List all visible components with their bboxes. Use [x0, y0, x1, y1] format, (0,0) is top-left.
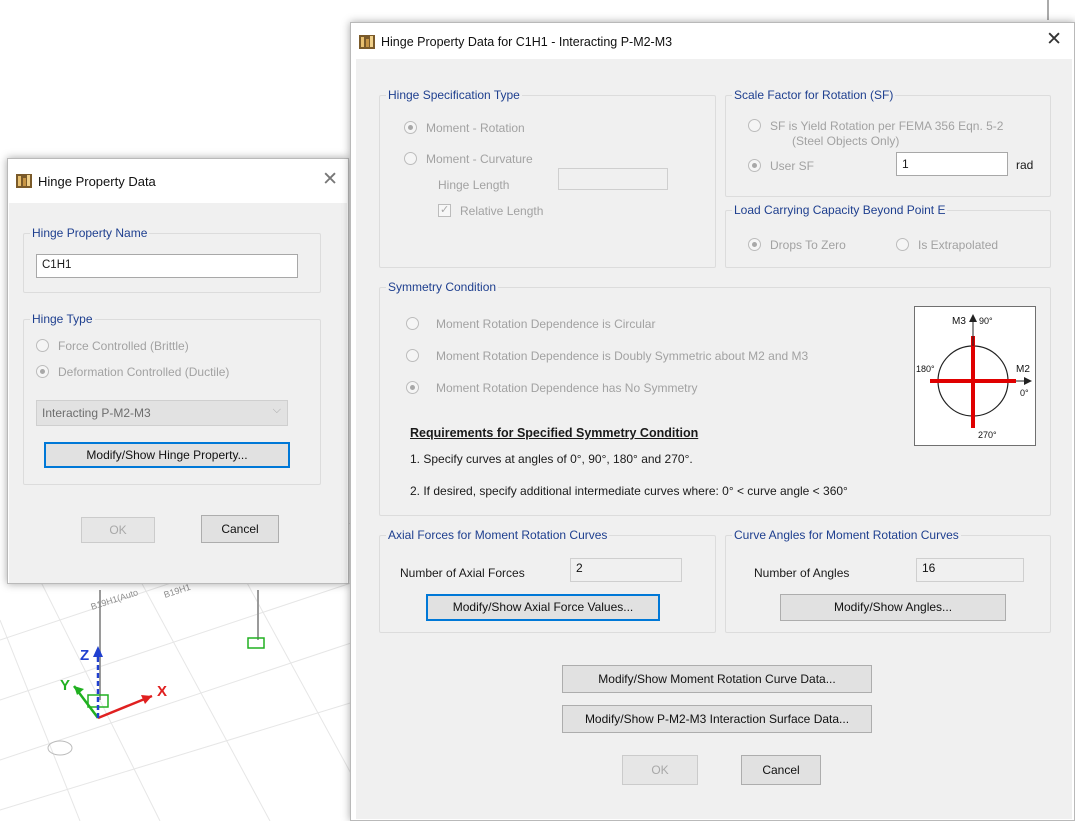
- radio-label: Moment - Rotation: [426, 121, 525, 135]
- hinge-length-input[interactable]: [558, 168, 668, 190]
- hinge-name-group: Hinge Property Name C1H1: [23, 226, 321, 293]
- radio-circle: [406, 381, 419, 394]
- angle-90-label: 90°: [979, 316, 993, 326]
- axis-y-label: Y: [60, 677, 70, 694]
- titlebar: Hinge Property Data ✕: [8, 159, 348, 203]
- modify-show-angles-button[interactable]: Modify/Show Angles...: [780, 594, 1006, 621]
- etabs-app-icon: [359, 35, 375, 49]
- radio-label: Moment Rotation Dependence is Circular: [436, 317, 656, 331]
- hinge-property-dialog: Hinge Property Data ✕ Hinge Property Nam…: [7, 158, 349, 584]
- load-capacity-group: Load Carrying Capacity Beyond Point E Dr…: [725, 203, 1051, 268]
- dialog-title: Hinge Property Data: [38, 174, 156, 189]
- radio-label: Moment - Curvature: [426, 152, 533, 166]
- modify-show-axial-force-values-button[interactable]: Modify/Show Axial Force Values...: [426, 594, 660, 621]
- radio-circle: [748, 119, 761, 132]
- cancel-button[interactable]: Cancel: [201, 515, 279, 543]
- axis-z-label: Z: [80, 647, 89, 664]
- group-label: Load Carrying Capacity Beyond Point E: [732, 203, 948, 217]
- radio-label: Moment Rotation Dependence has No Symmet…: [436, 381, 698, 395]
- axial-count-input[interactable]: 2: [570, 558, 682, 582]
- ok-button[interactable]: OK: [81, 517, 155, 543]
- symmetry-diagram: M3 90° 180° M2 0° 270°: [914, 306, 1036, 446]
- radio-label: Deformation Controlled (Ductile): [58, 365, 230, 379]
- requirements-title: Requirements for Specified Symmetry Cond…: [410, 426, 699, 440]
- group-label: Symmetry Condition: [386, 280, 499, 294]
- requirement-item: 1. Specify curves at angles of 0°, 90°, …: [410, 452, 693, 466]
- select-value: Interacting P-M2-M3: [42, 406, 151, 420]
- group-label: Hinge Specification Type: [386, 88, 522, 102]
- cancel-button[interactable]: Cancel: [741, 755, 821, 785]
- radio-circle: [896, 238, 909, 251]
- radio-circle: [748, 238, 761, 251]
- etabs-app-icon: [16, 174, 32, 188]
- modify-show-moment-rotation-curve-button[interactable]: Modify/Show Moment Rotation Curve Data..…: [562, 665, 872, 693]
- radio-circle: [748, 159, 761, 172]
- group-label: Hinge Type: [30, 312, 95, 326]
- radio-label: Moment Rotation Dependence is Doubly Sym…: [436, 349, 809, 363]
- angle-180-label: 180°: [916, 364, 935, 374]
- radio-circle: [36, 365, 49, 378]
- dialog-body: Hinge Property Name C1H1 Hinge Type Forc…: [9, 203, 347, 583]
- radio-circle: [404, 121, 417, 134]
- radio-label: Drops To Zero: [770, 238, 846, 252]
- hinge-type-select[interactable]: Interacting P-M2-M3 ⌵: [36, 400, 288, 426]
- hinge-specification-group: Hinge Specification Type Moment - Rotati…: [379, 88, 716, 268]
- m3-label: M3: [952, 316, 966, 327]
- hinge-property-detail-dialog: Hinge Property Data for C1H1 - Interacti…: [350, 22, 1075, 821]
- angles-count-input[interactable]: 16: [916, 558, 1024, 582]
- symmetry-condition-group: Symmetry Condition Moment Rotation Depen…: [379, 280, 1051, 516]
- radio-circle: [406, 349, 419, 362]
- radio-circle: [404, 152, 417, 165]
- dialog-body: Hinge Specification Type Moment - Rotati…: [356, 59, 1072, 819]
- close-icon[interactable]: ✕: [1046, 30, 1062, 50]
- radio-label: Force Controlled (Brittle): [58, 339, 189, 353]
- user-sf-unit: rad: [1016, 158, 1034, 172]
- hinge-name-input[interactable]: C1H1: [36, 254, 298, 278]
- axial-forces-group: Axial Forces for Moment Rotation Curves …: [379, 528, 716, 633]
- axis-x-label: X: [157, 683, 167, 700]
- angles-count-label: Number of Angles: [754, 566, 850, 580]
- hinge-type-group: Hinge Type Force Controlled (Brittle) De…: [23, 312, 321, 485]
- titlebar: Hinge Property Data for C1H1 - Interacti…: [351, 23, 1074, 59]
- user-sf-input[interactable]: 1: [896, 152, 1008, 176]
- modify-show-hinge-property-button[interactable]: Modify/Show Hinge Property...: [44, 442, 290, 468]
- m2-label: M2: [1016, 364, 1030, 375]
- group-label: Curve Angles for Moment Rotation Curves: [732, 528, 961, 542]
- radio-label: Is Extrapolated: [918, 238, 999, 252]
- sf-yield-rotation-sublabel: (Steel Objects Only): [792, 134, 900, 148]
- radio-circle: [36, 339, 49, 352]
- radio-label: SF is Yield Rotation per FEMA 356 Eqn. 5…: [770, 119, 1004, 133]
- axial-count-label: Number of Axial Forces: [400, 566, 525, 580]
- group-label: Axial Forces for Moment Rotation Curves: [386, 528, 610, 542]
- dialog-title: Hinge Property Data for C1H1 - Interacti…: [381, 35, 673, 49]
- curve-angles-group: Curve Angles for Moment Rotation Curves …: [725, 528, 1051, 633]
- group-label: Hinge Property Name: [30, 226, 150, 240]
- modify-show-interaction-surface-button[interactable]: Modify/Show P-M2-M3 Interaction Surface …: [562, 705, 872, 733]
- angle-0-label: 0°: [1020, 388, 1029, 398]
- close-icon[interactable]: ✕: [322, 170, 338, 190]
- requirement-item: 2. If desired, specify additional interm…: [410, 484, 848, 498]
- chevron-down-icon: ⌵: [272, 404, 281, 416]
- checkbox-label: Relative Length: [460, 204, 544, 218]
- angle-270-label: 270°: [978, 430, 997, 440]
- radio-circle: [406, 317, 419, 330]
- checkbox-box: [438, 203, 451, 217]
- hinge-length-label: Hinge Length: [438, 178, 510, 192]
- group-label: Scale Factor for Rotation (SF): [732, 88, 896, 102]
- scale-factor-group: Scale Factor for Rotation (SF) SF is Yie…: [725, 88, 1051, 197]
- radio-label: User SF: [770, 159, 815, 173]
- ok-button[interactable]: OK: [622, 755, 698, 785]
